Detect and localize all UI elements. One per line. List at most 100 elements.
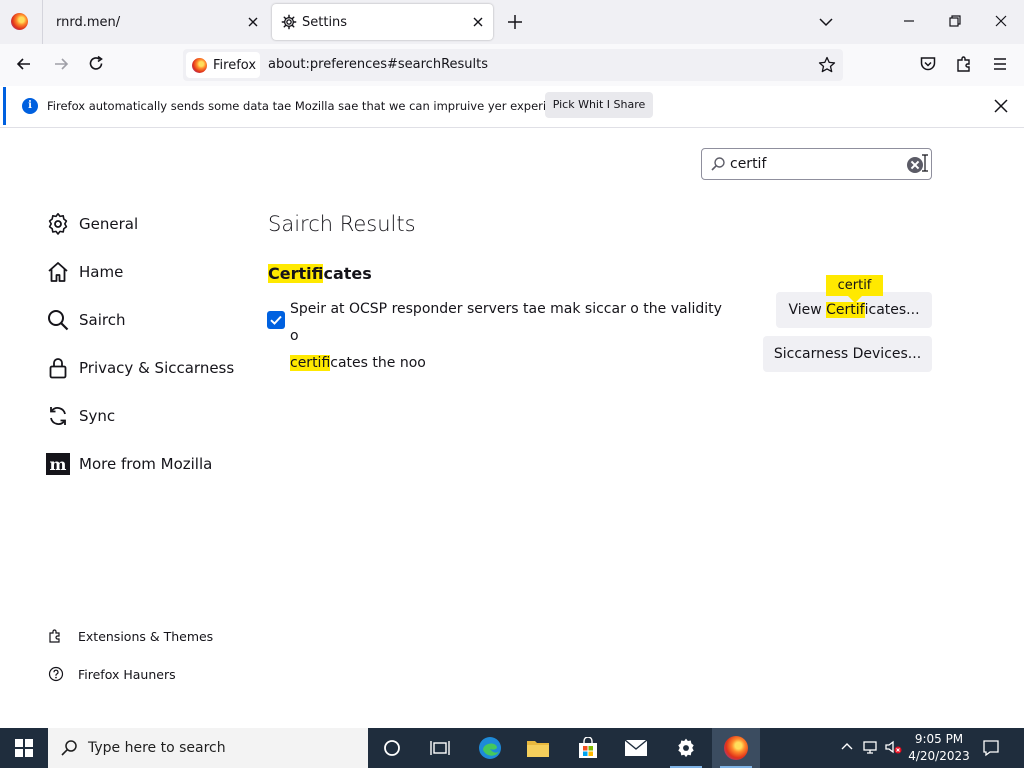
sidebar-item-label: General	[79, 215, 139, 233]
tab-title: Settins	[302, 14, 348, 30]
tab-strip: rnrd.men/ Settins	[0, 0, 1024, 44]
volume-muted-icon[interactable]	[884, 738, 902, 756]
search-highlight: certif	[290, 355, 331, 371]
task-view-icon	[430, 741, 450, 755]
help-icon	[48, 666, 64, 682]
certificates-heading: Certificates	[268, 264, 372, 283]
extensions-icon[interactable]	[954, 54, 974, 74]
start-button[interactable]	[0, 728, 48, 768]
pocket-icon[interactable]	[918, 54, 938, 74]
menu-icon[interactable]	[990, 54, 1010, 74]
sidebar-item-label: More from Mozilla	[79, 455, 213, 473]
sidebar-link-extensions[interactable]: Extensions & Themes	[48, 628, 213, 644]
close-icon[interactable]	[471, 15, 485, 29]
identity-box[interactable]: Firefox	[186, 52, 260, 78]
home-icon	[48, 262, 68, 282]
task-view-button[interactable]	[416, 728, 464, 768]
lock-icon	[49, 358, 67, 379]
ocsp-text-rest: icates the noo	[330, 355, 426, 371]
close-window-icon[interactable]	[992, 12, 1010, 30]
button-label: View	[788, 302, 827, 318]
store-taskbar-button[interactable]	[564, 728, 612, 768]
gear-icon	[48, 213, 68, 235]
sidebar-item-label: Privacy & Siccarness	[79, 359, 235, 377]
sidebar-item-more-from-mozilla[interactable]: m More from Mozilla	[46, 449, 212, 479]
url-text[interactable]: about:preferences#searchResults	[268, 57, 488, 72]
puzzle-icon	[49, 629, 60, 643]
search-icon	[61, 740, 77, 756]
clock-date: 4/20/2023	[908, 749, 970, 763]
firefox-taskbar-button[interactable]	[712, 728, 760, 768]
sidebar-item-privacy[interactable]: Privacy & Siccarness	[46, 353, 234, 383]
cortana-button[interactable]	[368, 728, 416, 768]
search-icon	[48, 310, 69, 331]
store-icon	[579, 737, 597, 758]
sync-icon	[50, 407, 66, 425]
network-icon[interactable]	[862, 738, 880, 756]
settings-taskbar-button[interactable]	[662, 728, 710, 768]
bookmark-star-icon[interactable]	[817, 55, 837, 75]
reload-icon[interactable]	[86, 54, 106, 74]
taskbar-search-placeholder: Type here to search	[88, 740, 226, 756]
restore-icon[interactable]	[946, 12, 964, 30]
tab-title: rnrd.men/	[56, 14, 121, 30]
sidebar-item-label: Hame	[79, 263, 124, 281]
mozilla-icon: m	[46, 453, 70, 475]
gear-icon	[678, 738, 694, 758]
tab-settings[interactable]: Settins	[272, 4, 493, 40]
search-highlight: Certif	[268, 264, 324, 283]
data-reporting-notification: i Firefox automatically sends some data …	[3, 87, 1021, 125]
file-explorer-taskbar-button[interactable]	[514, 728, 562, 768]
edge-taskbar-button[interactable]	[466, 728, 514, 768]
sidebar-item-label: Sairch	[79, 311, 126, 329]
ocsp-checkbox[interactable]	[267, 311, 285, 329]
firefox-icon	[11, 13, 28, 30]
windows-icon	[15, 739, 33, 757]
mail-taskbar-button[interactable]	[612, 728, 660, 768]
minimize-icon[interactable]	[900, 12, 918, 30]
security-devices-button[interactable]: Siccarness Devices...	[763, 336, 932, 372]
sidebar-link-label: Extensions & Themes	[78, 628, 214, 644]
chevron-up-icon[interactable]	[838, 738, 856, 756]
search-highlight: Certif	[826, 302, 865, 318]
sidebar-item-sync[interactable]: Sync	[46, 401, 115, 431]
folder-icon	[527, 741, 549, 757]
firefox-icon	[724, 736, 748, 760]
page-title: Sairch Results	[268, 212, 416, 236]
sidebar-item-label: Sync	[79, 407, 116, 425]
close-icon[interactable]	[993, 98, 1009, 114]
notification-text: Firefox automatically sends some data ta…	[47, 99, 578, 113]
heading-rest: icates	[323, 264, 372, 283]
sidebar-link-label: Firefox Hauners	[78, 666, 176, 682]
choose-what-i-share-button[interactable]: Pick Whit I Share	[545, 92, 653, 118]
search-value: certif	[730, 156, 767, 172]
mail-icon	[624, 739, 648, 756]
chevron-down-icon[interactable]	[817, 13, 835, 31]
sidebar-link-support[interactable]: Firefox Hauners	[48, 666, 176, 682]
url-bar[interactable]: Firefox about:preferences#searchResults	[183, 49, 843, 81]
taskbar: Type here to search 9:05 PM 4/20/2023	[0, 728, 1024, 768]
taskbar-search-box[interactable]: Type here to search	[48, 728, 368, 768]
ocsp-label[interactable]: Speir at OCSP responder servers tae mak …	[290, 296, 730, 377]
clock-time: 9:05 PM	[914, 732, 964, 746]
gear-icon	[281, 14, 297, 30]
button-label-rest: icates...	[864, 302, 920, 318]
close-icon[interactable]	[246, 15, 260, 29]
settings-search-input[interactable]: certif	[701, 148, 932, 180]
system-clock[interactable]: 9:05 PM 4/20/2023	[908, 731, 970, 765]
forward-icon[interactable]	[51, 54, 71, 74]
tab-rnrd[interactable]: rnrd.men/	[42, 0, 268, 44]
checkmark-icon	[270, 315, 282, 325]
search-icon	[711, 157, 725, 171]
sidebar-item-home[interactable]: Hame	[46, 257, 123, 287]
edge-icon	[479, 737, 501, 759]
navigation-toolbar: Firefox about:preferences#searchResults	[0, 44, 1024, 86]
sidebar-item-search[interactable]: Sairch	[46, 305, 125, 335]
firefox-icon	[192, 57, 207, 73]
back-icon[interactable]	[14, 54, 34, 74]
sidebar-item-general[interactable]: General	[46, 209, 138, 239]
notification-center-icon[interactable]	[982, 739, 1000, 757]
identity-label: Firefox	[213, 57, 257, 73]
new-tab-icon[interactable]	[505, 12, 525, 32]
ocsp-text: Speir at OCSP responder servers tae mak …	[290, 301, 722, 344]
